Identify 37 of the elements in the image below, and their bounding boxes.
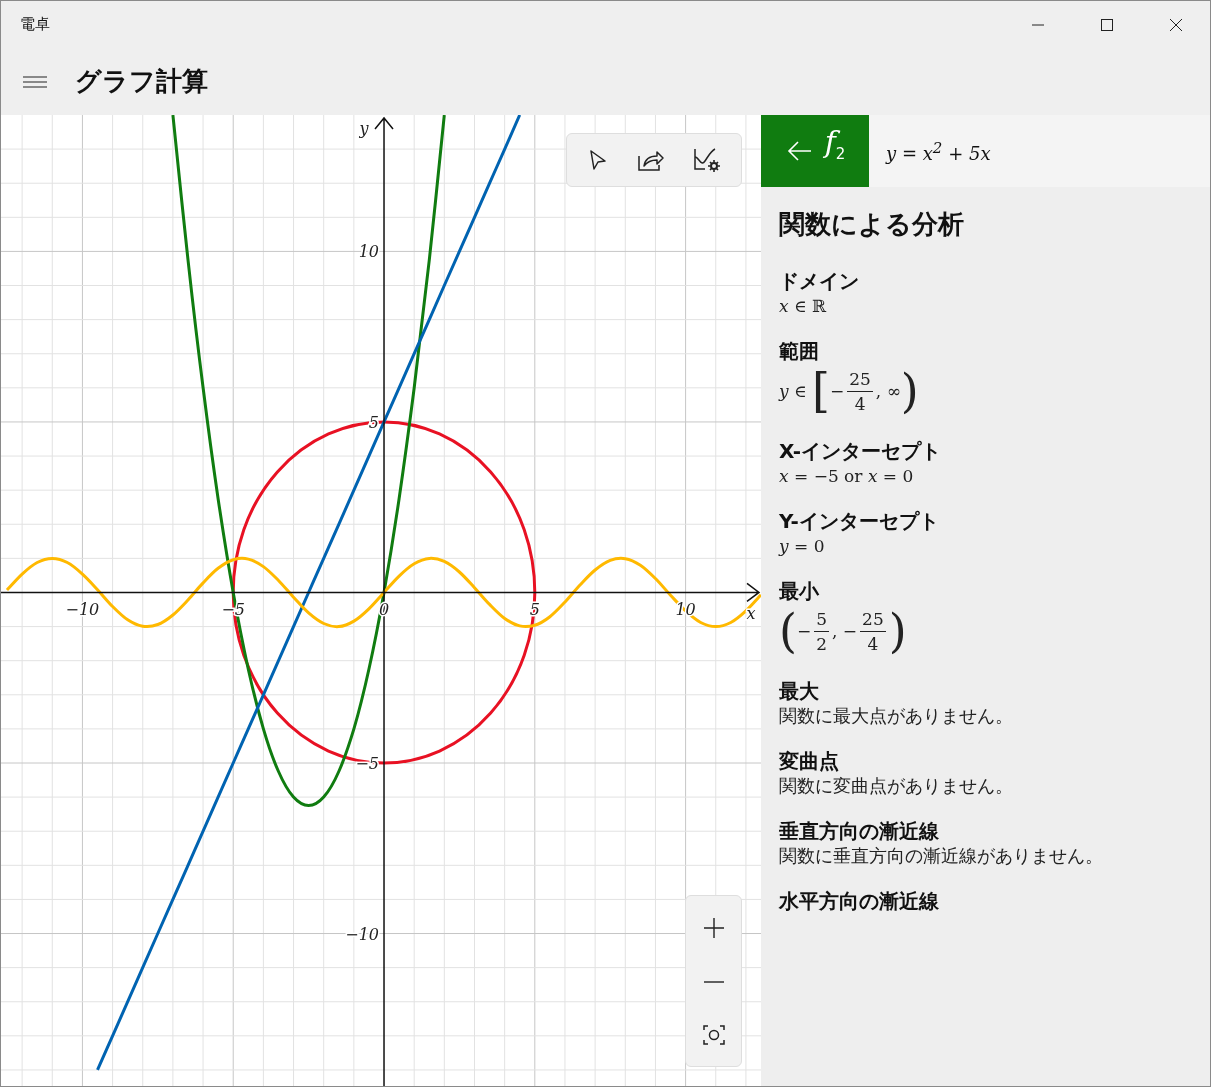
minus-icon bbox=[702, 980, 725, 984]
y-tick-label: −10 bbox=[345, 924, 379, 944]
section-heading: 範囲 bbox=[779, 338, 819, 364]
section-heading: ドメイン bbox=[779, 268, 859, 294]
function-equation: y = x$^{2}$ + 5x bbox=[886, 138, 991, 164]
section-heading: 最小 bbox=[779, 578, 819, 604]
maximize-icon bbox=[1099, 17, 1114, 32]
plus-icon bbox=[702, 916, 725, 939]
function-label: f$_{2}$ bbox=[824, 123, 846, 165]
minimize-icon bbox=[1030, 23, 1045, 26]
app-title: グラフ計算 bbox=[75, 65, 208, 98]
section-heading: 最大 bbox=[779, 678, 819, 704]
section-heading: X-インターセプト bbox=[779, 438, 942, 464]
menu-icon bbox=[23, 75, 47, 88]
analysis-title: 関数による分析 bbox=[779, 208, 965, 241]
x-axis-label: x bbox=[746, 604, 756, 624]
math-expression: x = −5 or x = 0 bbox=[779, 465, 914, 488]
y-tick-label: 10 bbox=[358, 242, 379, 262]
x-tick-label: 0 bbox=[378, 600, 390, 620]
section-heading: 水平方向の漸近線 bbox=[779, 888, 939, 914]
analysis-text: 関数に変曲点がありません。 bbox=[779, 774, 1013, 798]
graph-settings-icon bbox=[693, 147, 721, 173]
section-heading: Y-インターセプト bbox=[779, 508, 939, 534]
analysis-text: 関数に最大点がありません。 bbox=[779, 704, 1013, 728]
share-icon bbox=[637, 148, 665, 172]
window-title: 電卓 bbox=[20, 15, 50, 34]
section-heading: 変曲点 bbox=[779, 748, 839, 774]
section-heading: 垂直方向の漸近線 bbox=[779, 818, 939, 844]
math-expression: x ∈ ℝ bbox=[779, 295, 827, 318]
pointer-icon bbox=[587, 149, 609, 171]
back-arrow-icon bbox=[786, 141, 813, 161]
recenter-icon bbox=[702, 1025, 725, 1046]
y-axis-label: y bbox=[359, 119, 369, 138]
math-expression: y = 0 bbox=[779, 535, 825, 558]
analysis-text: 関数に垂直方向の漸近線がありません。 bbox=[779, 844, 1103, 868]
close-icon bbox=[1168, 17, 1183, 32]
x-tick-label: −10 bbox=[65, 600, 100, 620]
